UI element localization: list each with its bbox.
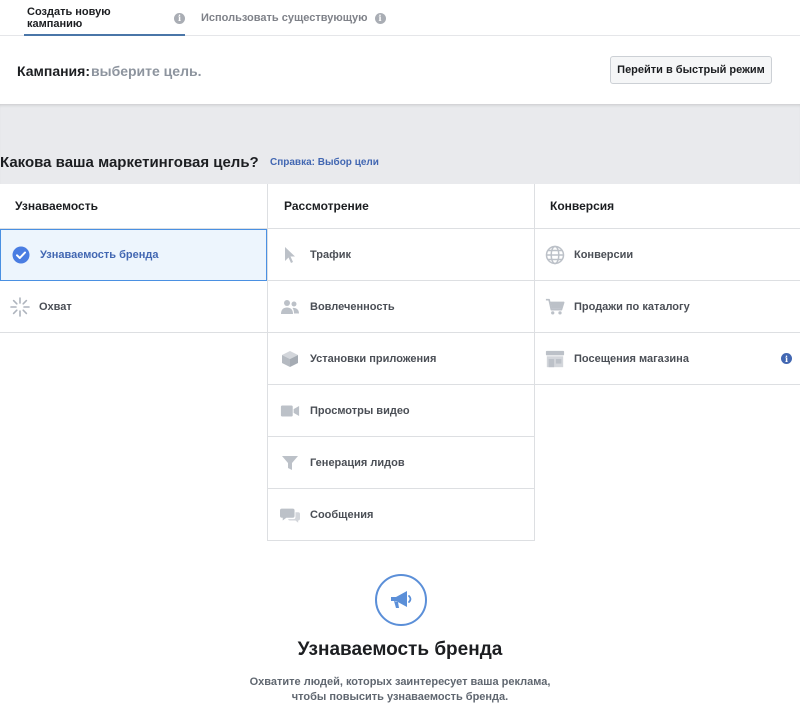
info-icon[interactable]: i <box>374 12 386 24</box>
funnel-icon <box>280 453 300 473</box>
objective-label: Охват <box>39 300 72 313</box>
campaign-tabs: Создать новую кампанию i Использовать су… <box>0 0 800 37</box>
objective-label: Сообщения <box>310 508 374 521</box>
objective-question: Какова ваша маркетинговая цель? <box>0 154 259 171</box>
objective-band: Какова ваша маркетинговая цель? Справка:… <box>0 104 800 184</box>
objective-app-installs[interactable]: Установки приложения <box>268 333 534 385</box>
store-icon <box>545 349 565 369</box>
objective-catalog-sales[interactable]: Продажи по каталогу <box>535 281 800 333</box>
objective-label: Посещения магазина <box>574 352 689 365</box>
column-conversion: Конверсия Конверсии Продажи по каталогу … <box>535 184 800 385</box>
objective-video-views[interactable]: Просмотры видео <box>268 385 534 437</box>
reach-burst-icon <box>10 296 30 317</box>
objective-reach[interactable]: Охват <box>0 281 267 333</box>
video-camera-icon <box>280 401 300 421</box>
tab-use-existing[interactable]: Использовать существующую i <box>201 0 386 36</box>
info-icon[interactable]: i <box>781 353 792 364</box>
objective-engagement[interactable]: Вовлеченность <box>268 281 534 333</box>
cursor-icon <box>280 245 300 265</box>
campaign-label: Кампания: <box>17 63 90 79</box>
objective-label: Установки приложения <box>310 352 437 365</box>
objective-label: Продажи по каталогу <box>574 300 690 313</box>
box-icon <box>280 349 300 369</box>
campaign-header: Кампания: выберите цель. Перейти в быстр… <box>0 36 800 104</box>
objective-label: Просмотры видео <box>310 404 410 417</box>
info-icon[interactable]: i <box>174 12 185 24</box>
check-circle-icon <box>11 245 31 265</box>
selected-objective-title: Узнаваемость бренда <box>297 639 503 660</box>
objective-conversions[interactable]: Конверсии <box>535 229 800 281</box>
tab-create-new-campaign[interactable]: Создать новую кампанию i <box>24 0 185 37</box>
selected-objective-description: Охватите людей, которых заинтересует ваш… <box>0 675 800 705</box>
help-link[interactable]: Справка: Выбор цели <box>270 157 379 168</box>
column-header-awareness: Узнаваемость <box>0 184 267 229</box>
objective-lead-generation[interactable]: Генерация лидов <box>268 437 534 489</box>
tab-existing-label: Использовать существующую <box>201 12 368 24</box>
objective-label: Генерация лидов <box>310 456 405 469</box>
chat-bubbles-icon <box>280 505 300 525</box>
globe-icon <box>545 245 565 265</box>
objective-brand-awareness[interactable]: Узнаваемость бренда <box>0 229 267 281</box>
objective-label: Вовлеченность <box>310 300 395 313</box>
quick-mode-button[interactable]: Перейти в быстрый режим <box>610 56 772 84</box>
column-consideration: Рассмотрение Трафик Вовлеченность Устано… <box>267 184 535 541</box>
column-awareness: Узнаваемость Узнаваемость бренда Охват <box>0 184 267 333</box>
objective-label: Трафик <box>310 248 352 261</box>
shopping-cart-icon <box>545 297 565 317</box>
column-header-consideration: Рассмотрение <box>268 184 534 229</box>
megaphone-icon <box>375 574 427 626</box>
description-line: чтобы повысить узнаваемость бренда. <box>291 691 509 703</box>
objective-store-visits[interactable]: Посещения магазина i <box>535 333 800 385</box>
objective-traffic[interactable]: Трафик <box>268 229 534 281</box>
campaign-value: выберите цель. <box>91 63 202 79</box>
people-icon <box>280 297 300 317</box>
tab-create-label: Создать новую кампанию <box>27 6 111 30</box>
column-header-conversion: Конверсия <box>535 184 800 229</box>
objective-messages[interactable]: Сообщения <box>268 489 534 541</box>
objective-label: Конверсии <box>574 248 634 261</box>
description-line: Охватите людей, которых заинтересует ваш… <box>249 676 551 688</box>
objective-label: Узнаваемость бренда <box>40 249 159 261</box>
